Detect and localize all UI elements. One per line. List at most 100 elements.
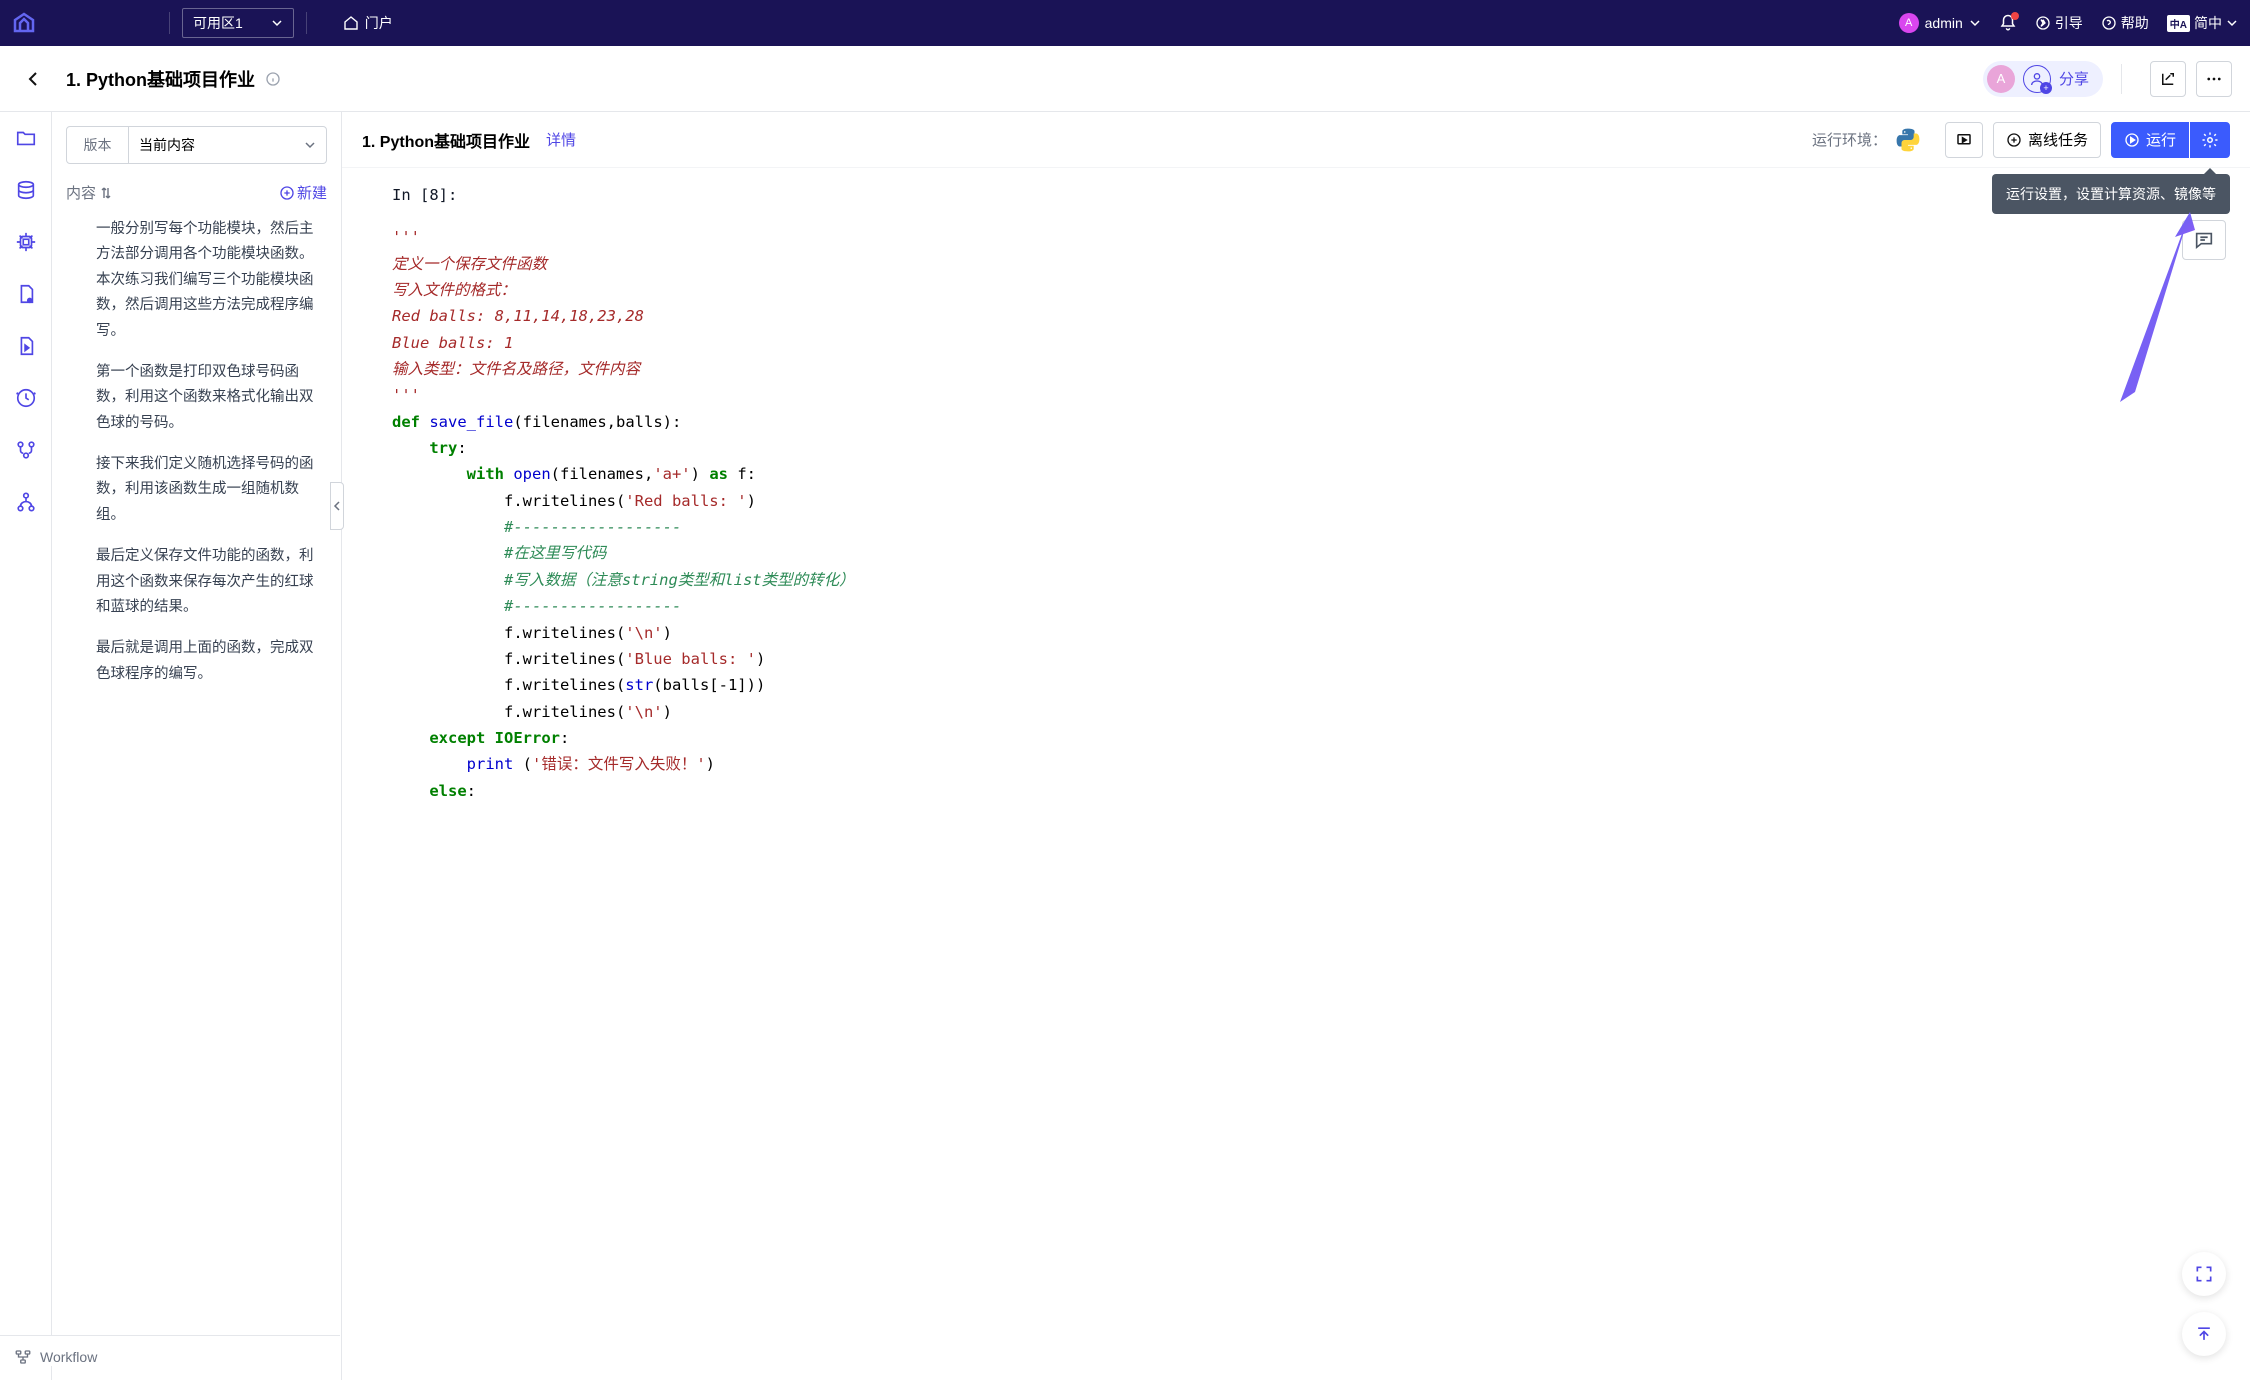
- outline-paragraph[interactable]: 第一个函数是打印双色球号码函数，利用这个函数来格式化输出双色球的号码。: [96, 360, 323, 436]
- nav-right: A admin 引导 帮助 中A 简中: [1899, 13, 2238, 33]
- workflow-icon: [14, 1348, 32, 1366]
- code-line: try:: [392, 435, 2220, 461]
- code-line: 定义一个保存文件函数: [392, 251, 2220, 277]
- plus-circle-icon: [279, 185, 295, 201]
- help-label: 帮助: [2121, 13, 2149, 33]
- outline-content: 一般分别写每个功能模块，然后主方法部分调用各个功能模块函数。本次练习我们编写三个…: [66, 217, 327, 1366]
- info-icon[interactable]: [265, 71, 281, 87]
- user-menu[interactable]: A admin: [1899, 13, 1981, 33]
- code-line: f.writelines('Blue balls: '): [392, 646, 2220, 672]
- guide-label: 引导: [2055, 13, 2083, 33]
- detail-link[interactable]: 详情: [546, 129, 576, 150]
- rail-fork[interactable]: [14, 490, 38, 514]
- editor-toolbar: 1. Python基础项目作业 详情 运行环境： 离线任务 运行: [342, 112, 2250, 168]
- version-value: 当前内容: [129, 127, 326, 163]
- workflow-footer[interactable]: Workflow: [0, 1335, 340, 1366]
- share-group: A + 分享: [1983, 61, 2103, 97]
- outline-paragraph[interactable]: 接下来我们定义随机选择号码的函数，利用该函数生成一组随机数组。: [96, 452, 323, 528]
- rail-schedule[interactable]: [14, 386, 38, 410]
- run-settings-button[interactable]: [2190, 122, 2230, 158]
- logo-icon: [12, 11, 36, 35]
- play-icon: [2124, 132, 2140, 148]
- portal-link[interactable]: 门户: [343, 13, 393, 33]
- fullscreen-button[interactable]: [2182, 1252, 2226, 1296]
- rail-database[interactable]: [14, 178, 38, 202]
- outline-paragraph[interactable]: 最后定义保存文件功能的函数，利用这个函数来保存每次产生的红球和蓝球的结果。: [96, 544, 323, 620]
- rail-document[interactable]: [14, 282, 38, 306]
- notifications-button[interactable]: [1999, 14, 2017, 32]
- collaborator-avatar: A: [1987, 65, 2015, 93]
- code-line: #写入数据（注意string类型和list类型的转化）: [392, 567, 2220, 593]
- more-button[interactable]: [2196, 61, 2232, 97]
- new-button[interactable]: 新建: [279, 182, 327, 203]
- code-line: except IOError:: [392, 725, 2220, 751]
- outline-sidebar: 版本 当前内容 内容 新建 一般分别写每个功能模块，然后主方法部分调用各个功能模…: [52, 112, 342, 1380]
- presentation-button[interactable]: [1945, 122, 1983, 158]
- plus-icon: +: [2040, 82, 2052, 94]
- float-buttons: [2182, 1252, 2226, 1356]
- code-line: #------------------: [392, 593, 2220, 619]
- brand-area: [12, 11, 157, 35]
- language-selector[interactable]: 中A 简中: [2167, 13, 2238, 33]
- divider: [2121, 64, 2122, 94]
- content-header: 内容 新建: [66, 182, 327, 203]
- home-icon: [343, 15, 359, 31]
- add-collaborator-button[interactable]: +: [2023, 65, 2051, 93]
- rail-files[interactable]: [14, 126, 38, 150]
- code-line: print ('错误：文件写入失败！'): [392, 751, 2220, 777]
- compass-icon: [2035, 15, 2051, 31]
- chevron-down-icon: [2226, 17, 2238, 29]
- sort-icon[interactable]: [100, 186, 112, 200]
- help-link[interactable]: 帮助: [2101, 13, 2149, 33]
- code-cell[interactable]: In [8]: '''定义一个保存文件函数写入文件的格式：Red balls: …: [342, 168, 2250, 1380]
- chevron-down-icon: [1969, 17, 1981, 29]
- env-label: 运行环境：: [1812, 129, 1887, 150]
- username: admin: [1925, 15, 1963, 31]
- code-line: #在这里写代码: [392, 540, 2220, 566]
- top-navigation: 可用区1 门户 A admin 引导 帮助 中A 简中: [0, 0, 2250, 46]
- help-icon: [2101, 15, 2117, 31]
- region-label: 可用区1: [193, 13, 243, 33]
- rail-git[interactable]: [14, 438, 38, 462]
- code-line: f.writelines(str(balls[-1])): [392, 672, 2220, 698]
- tool-rail: Workflow: [0, 112, 52, 1380]
- new-label: 新建: [297, 182, 327, 203]
- share-label[interactable]: 分享: [2059, 68, 2089, 89]
- code-line: #------------------: [392, 514, 2220, 540]
- python-icon: [1895, 127, 1921, 153]
- offline-task-button[interactable]: 离线任务: [1993, 122, 2101, 158]
- back-button[interactable]: [18, 64, 48, 94]
- version-text: 当前内容: [139, 135, 195, 155]
- guide-link[interactable]: 引导: [2035, 13, 2083, 33]
- code-line: with open(filenames,'a+') as f:: [392, 461, 2220, 487]
- doc-title: 1. Python基础项目作业: [362, 128, 530, 152]
- sub-header: 1. Python基础项目作业 A + 分享: [0, 46, 2250, 112]
- nav-divider: [169, 12, 170, 34]
- workflow-label: Workflow: [40, 1349, 97, 1365]
- content-label: 内容: [66, 182, 96, 203]
- code-line: def save_file(filenames,balls):: [392, 409, 2220, 435]
- rail-script[interactable]: [14, 334, 38, 358]
- portal-label: 门户: [365, 13, 393, 33]
- version-label: 版本: [67, 127, 129, 163]
- cell-in-label: In [8]:: [392, 182, 2220, 208]
- page-title: 1. Python基础项目作业: [66, 66, 255, 92]
- chevron-down-icon: [304, 139, 316, 151]
- code-line: 输入类型：文件名及路径，文件内容: [392, 356, 2220, 382]
- outline-paragraph[interactable]: 一般分别写每个功能模块，然后主方法部分调用各个功能模块函数。本次练习我们编写三个…: [96, 217, 323, 344]
- notification-dot-icon: [2011, 12, 2019, 20]
- code-line: ''': [392, 224, 2220, 250]
- region-selector[interactable]: 可用区1: [182, 8, 294, 38]
- export-button[interactable]: [2150, 61, 2186, 97]
- code-line: f.writelines('\n'): [392, 699, 2220, 725]
- run-button[interactable]: 运行: [2111, 122, 2189, 158]
- offline-task-label: 离线任务: [2028, 129, 2088, 150]
- code-line: Red balls: 8,11,14,18,23,28: [392, 303, 2220, 329]
- scroll-top-button[interactable]: [2182, 1312, 2226, 1356]
- rail-chip[interactable]: [14, 230, 38, 254]
- lang-badge-icon: 中A: [2167, 15, 2190, 32]
- code-line: 写入文件的格式：: [392, 277, 2220, 303]
- outline-paragraph[interactable]: 最后就是调用上面的函数，完成双色球程序的编写。: [96, 636, 323, 687]
- main-layout: Workflow 版本 当前内容 内容 新建 一般分别写每个功能模块，然后主方法…: [0, 112, 2250, 1380]
- version-selector[interactable]: 版本 当前内容: [66, 126, 327, 164]
